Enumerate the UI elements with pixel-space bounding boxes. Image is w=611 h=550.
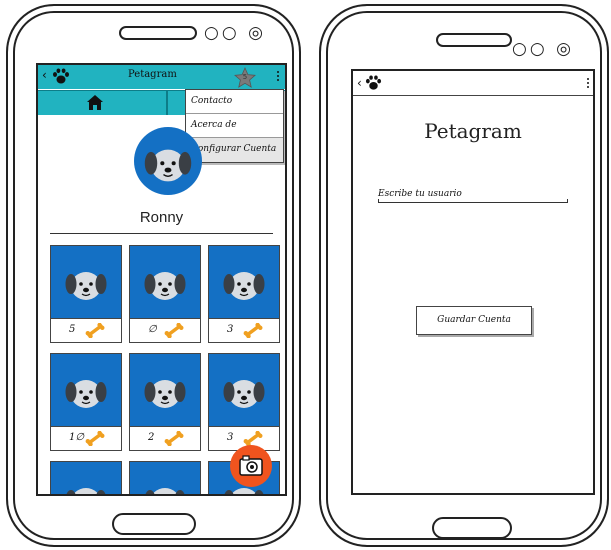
front-camera-icon: ○○ ◎ xyxy=(512,39,574,59)
home-icon[interactable] xyxy=(86,94,104,111)
profile-name: Ronny xyxy=(139,209,184,226)
save-account-button[interactable]: Guardar Cuenta xyxy=(416,306,532,335)
dog-face-icon xyxy=(66,488,106,494)
dog-photo xyxy=(130,354,200,426)
app-toolbar: ‹ xyxy=(353,71,593,96)
app-toolbar: ‹ Petagram 5 xyxy=(38,65,285,89)
dog-photo xyxy=(51,462,121,494)
paw-icon xyxy=(365,75,382,90)
home-button[interactable] xyxy=(432,517,512,539)
bone-icon xyxy=(243,323,263,338)
kebab-menu-icon[interactable] xyxy=(277,71,279,83)
card-footer: ∅ xyxy=(130,318,200,343)
kebab-menu-icon[interactable] xyxy=(587,78,589,90)
like-count: 5 xyxy=(69,324,76,335)
speaker-grille xyxy=(119,26,197,40)
bone-icon xyxy=(85,323,105,338)
bone-icon xyxy=(243,431,263,446)
dog-face-icon xyxy=(144,272,186,300)
like-count: 1∅ xyxy=(69,432,85,443)
page-title: Petagram xyxy=(424,119,522,143)
home-button[interactable] xyxy=(112,513,196,535)
dog-face-icon xyxy=(223,272,265,300)
camera-fab-button[interactable] xyxy=(230,445,272,487)
menu-item-acerca-de[interactable]: Acerca de xyxy=(186,114,283,138)
card-footer: 5 xyxy=(51,318,121,343)
chevron-left-icon[interactable]: ‹ xyxy=(42,68,47,82)
dog-face-icon xyxy=(144,380,186,408)
dog-face-icon xyxy=(144,149,192,182)
photo-card[interactable]: 1∅ xyxy=(50,353,122,451)
bone-icon xyxy=(164,323,184,338)
dog-face-icon xyxy=(65,272,107,300)
dog-photo xyxy=(209,354,279,426)
chevron-left-icon[interactable]: ‹ xyxy=(357,76,362,90)
photo-card[interactable]: ∅ xyxy=(129,245,201,343)
camera-icon xyxy=(239,455,263,476)
screen-profile: ‹ Petagram 5 Contacto Acerca de Configur… xyxy=(36,63,287,496)
bone-icon xyxy=(164,431,184,446)
app-title: Petagram xyxy=(128,69,177,80)
card-footer: 1∅ xyxy=(51,426,121,451)
dog-avatar xyxy=(134,127,202,195)
speaker-grille xyxy=(436,33,512,47)
favorites-count: 5 xyxy=(242,73,248,81)
dog-face-icon xyxy=(223,380,265,408)
dog-photo xyxy=(51,246,121,318)
screen-account-config: ‹ Petagram Escribe tu usuario Guardar Cu… xyxy=(351,69,595,495)
photo-card[interactable]: 3 xyxy=(208,353,280,451)
bone-icon xyxy=(85,431,105,446)
front-camera-icon: ○○ ◎ xyxy=(204,23,266,43)
dog-photo xyxy=(130,462,200,494)
like-count: 3 xyxy=(227,432,234,443)
photo-card[interactable]: 5 xyxy=(50,245,122,343)
dog-face-icon xyxy=(65,380,107,408)
photo-card[interactable]: 2 xyxy=(129,353,201,451)
card-footer: 3 xyxy=(209,318,279,343)
dog-photo xyxy=(51,354,121,426)
dog-face-icon xyxy=(145,488,185,494)
username-input-underline xyxy=(378,199,568,203)
username-input[interactable]: Escribe tu usuario xyxy=(378,189,462,199)
card-footer: 2 xyxy=(130,426,200,451)
favorites-button[interactable]: 5 xyxy=(234,67,256,89)
photo-card[interactable]: 3 xyxy=(208,245,280,343)
like-count: ∅ xyxy=(148,324,157,335)
dog-photo xyxy=(209,246,279,318)
photo-card[interactable] xyxy=(129,461,201,494)
like-count: 2 xyxy=(148,432,155,443)
like-count: 3 xyxy=(227,324,234,335)
dog-photo xyxy=(130,246,200,318)
photo-card[interactable] xyxy=(50,461,122,494)
tab-divider xyxy=(166,91,168,115)
divider xyxy=(50,233,273,234)
paw-icon xyxy=(53,68,69,84)
menu-item-contacto[interactable]: Contacto xyxy=(186,90,283,114)
